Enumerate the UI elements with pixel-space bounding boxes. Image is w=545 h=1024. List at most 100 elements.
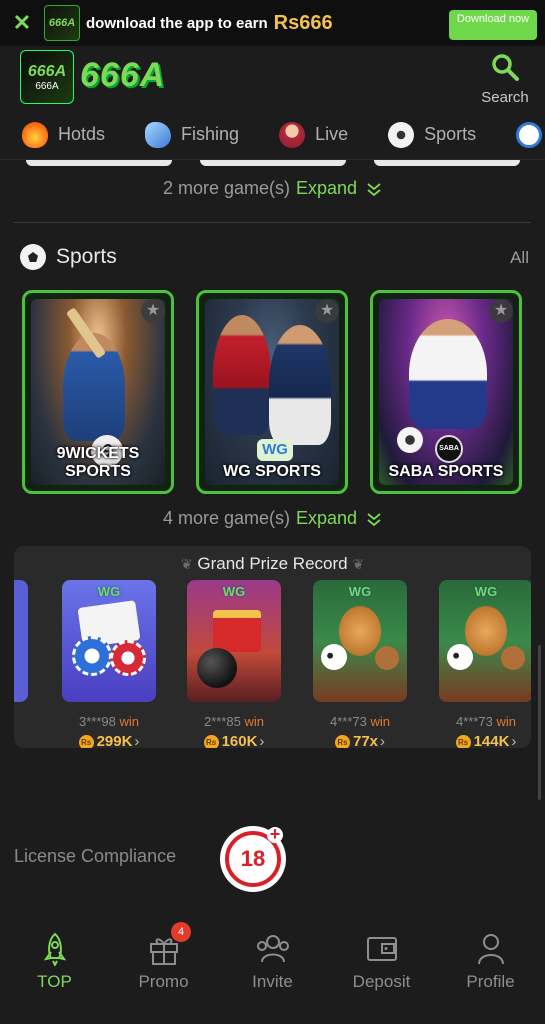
favorite-star-icon[interactable]: ★ [141,299,165,323]
fire-icon [22,121,48,148]
expand-link[interactable]: Expand [296,178,357,198]
win-amount-row: Rs 77x › [313,733,407,748]
fish-icon [145,121,172,148]
game-name: 9WICKETS SPORTS [56,445,140,480]
license-compliance-label[interactable]: License Compliance [14,846,176,867]
tab-label: Sports [424,124,477,144]
logo-top-text: 666A [27,62,67,80]
more-games-count: 4 more game(s) [162,508,290,528]
game-card-wg[interactable]: WG ★ WG SPORTS [196,290,348,494]
double-chevron-down-icon [367,513,381,527]
player-red-figure [213,315,271,435]
win-amount: 160K [221,733,258,748]
tab-fishing[interactable]: Fishing [145,121,239,148]
age-plus: + [267,825,283,843]
notification-badge: 4 [171,922,191,942]
win-label: win [119,714,139,729]
sports-more-row[interactable]: 4 more game(s) Expand [0,508,545,529]
bomb [197,648,237,688]
panda-mascot [447,644,473,670]
saba-badge: SABA [435,435,463,463]
previous-more-row[interactable]: 2 more game(s) Expand [0,178,545,199]
person-icon [477,934,504,965]
tab-hotds[interactable]: Hotds [22,121,106,148]
logo-bottom-text: 666A [35,80,59,92]
section-title: Sports [56,245,117,268]
tab-sports[interactable]: Sports [388,121,477,148]
card-edge [374,160,520,166]
game-card-9wickets[interactable]: 9 ★ 9WICKETS SPORTS [22,290,174,494]
more-games-count: 2 more game(s) [162,178,290,198]
lion-mascot [465,606,507,656]
grand-prize-panel: ❦ Grand Prize Record ❦ WG 3***98 win Rs 2… [14,546,531,748]
red-envelope [213,610,261,652]
win-amount: 77x [352,733,379,748]
win-amount-row: Rs 144K › [439,733,531,748]
wg-badge: WG [257,439,293,461]
chevron-right-icon: › [259,733,265,748]
winner-line: 4***73 win [313,714,407,729]
prize-item[interactable]: WG 4***73 win Rs 77x › [313,580,407,748]
prize-item[interactable]: WG 3***98 win Rs 299K › [62,580,156,748]
nav-invite[interactable]: Invite [218,920,327,1024]
nav-promo[interactable]: 4 Promo [109,920,218,1024]
card-edge [26,160,172,166]
banner-earn-amount: Rs666 [273,11,333,34]
rupee-coin-icon: Rs [78,734,94,748]
prize-game-thumbnail: WG [62,580,156,702]
sports-games-row: 9 ★ 9WICKETS SPORTS WG ★ WG SPORTS SABA … [22,290,522,494]
download-button[interactable]: Download now [449,10,537,40]
nav-profile[interactable]: Profile [436,920,545,1024]
grand-prize-title: Grand Prize Record [197,554,348,573]
winner-line: 4***73 win [439,714,531,729]
people-icon [256,935,289,963]
scrollbar[interactable] [538,645,541,800]
see-all-link[interactable]: All [510,248,529,268]
age-18-plus-badge: 18 + [220,825,286,892]
win-label: win [370,714,390,729]
page: ✕ 666A download the app to earn Rs666 Do… [0,0,545,1024]
rupee-coin-icon: Rs [334,734,350,748]
provider-logo: WG [474,584,498,599]
banner-promo-text: download the app to earn [86,14,268,32]
laurel-right-icon: ❦ [352,556,365,572]
partial-prize-card[interactable] [14,580,28,702]
prize-item[interactable]: WG 4***73 win Rs 144K › [439,580,531,748]
saba-player-figure [409,319,487,429]
tab-label: Hotds [58,124,106,144]
nav-label: Promo [138,972,189,991]
favorite-star-icon[interactable]: ★ [315,299,339,323]
lion-mascot [339,606,381,656]
rocket-icon [43,932,66,966]
player-navy-figure [269,325,331,445]
favorite-star-icon[interactable]: ★ [489,299,513,323]
site-logo[interactable]: 666A 666A [20,50,74,104]
section-divider [14,222,531,223]
logo-wordmark: 666A [80,56,166,94]
game-card-saba[interactable]: SABA ★ SABA SPORTS [370,290,522,494]
live-dealer-icon [279,121,306,148]
chevron-right-icon: › [380,733,386,748]
age-ring: 18 + [225,825,283,887]
clock-icon [516,121,543,148]
winner-line: 3***98 win [62,714,156,729]
poker-chip-blue [72,636,112,676]
close-icon[interactable]: ✕ [0,10,44,36]
win-amount: 144K [473,733,510,748]
tab-live[interactable]: Live [279,121,348,148]
nav-label: Invite [252,972,293,991]
win-label: win [496,714,516,729]
nav-deposit[interactable]: Deposit [327,920,436,1024]
prize-item[interactable]: WG 2***85 win Rs 160K › [187,580,281,748]
age-number: 18 [240,846,266,871]
tab-more[interactable] [516,121,545,148]
soccer-ball-icon [20,244,46,270]
nav-top[interactable]: TOP [0,920,109,1024]
game-name: SABA SPORTS [388,463,504,480]
win-amount-row: Rs 299K › [62,733,156,748]
search-button[interactable]: Search [479,52,531,106]
expand-link[interactable]: Expand [296,508,357,528]
game-name: WG SPORTS [223,463,321,480]
win-amount-row: Rs 160K › [187,733,281,748]
poker-chip-red [110,640,146,676]
